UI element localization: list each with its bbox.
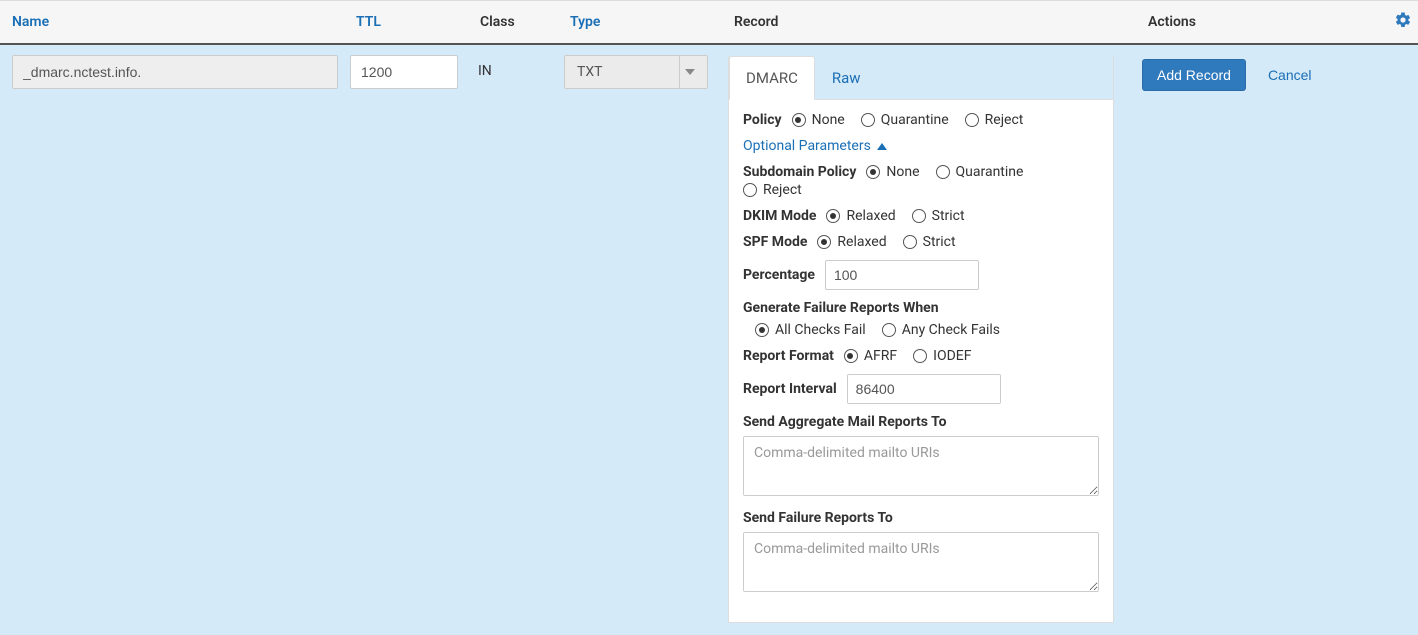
radio-icon: [792, 113, 806, 127]
radio-icon: [844, 349, 858, 363]
dkim-strict[interactable]: Strict: [912, 208, 965, 224]
col-class: Class: [480, 14, 515, 30]
policy-none[interactable]: None: [792, 112, 845, 128]
failure-any[interactable]: Any Check Fails: [882, 322, 1000, 338]
policy-none-label: None: [812, 112, 845, 128]
name-input[interactable]: [12, 55, 338, 89]
optional-parameters-toggle[interactable]: Optional Parameters: [743, 138, 887, 154]
record-panel: DMARC Raw Policy None Quarantine: [728, 55, 1114, 623]
optional-parameters-label: Optional Parameters: [743, 138, 871, 154]
dkim-relaxed-label: Relaxed: [846, 208, 895, 224]
radio-icon: [826, 209, 840, 223]
cancel-button[interactable]: Cancel: [1268, 67, 1312, 83]
radio-icon: [913, 349, 927, 363]
radio-icon: [743, 183, 757, 197]
failure-reports-textarea[interactable]: [743, 532, 1099, 592]
percentage-input[interactable]: [825, 260, 979, 290]
subdomain-reject-label: Reject: [763, 182, 802, 198]
spf-relaxed[interactable]: Relaxed: [817, 234, 886, 250]
tab-raw[interactable]: Raw: [815, 56, 878, 100]
add-record-button[interactable]: Add Record: [1142, 59, 1246, 91]
aggregate-label: Send Aggregate Mail Reports To: [743, 414, 1093, 430]
radio-icon: [755, 323, 769, 337]
subdomain-none[interactable]: None: [866, 164, 919, 180]
spf-relaxed-label: Relaxed: [837, 234, 886, 250]
radio-icon: [965, 113, 979, 127]
subdomain-none-label: None: [886, 164, 919, 180]
failure-label: Generate Failure Reports When: [743, 300, 1093, 316]
spf-strict[interactable]: Strict: [903, 234, 956, 250]
spf-label: SPF Mode: [743, 234, 807, 250]
chevron-down-icon: [679, 56, 699, 88]
col-record: Record: [734, 14, 778, 30]
radio-icon: [882, 323, 896, 337]
policy-reject[interactable]: Reject: [965, 112, 1024, 128]
radio-icon: [866, 165, 880, 179]
gear-icon[interactable]: [1394, 17, 1412, 33]
subdomain-reject[interactable]: Reject: [743, 182, 802, 198]
policy-reject-label: Reject: [985, 112, 1024, 128]
table-header: Name TTL Class Type Record Actions: [0, 0, 1418, 45]
subdomain-quarantine[interactable]: Quarantine: [936, 164, 1024, 180]
interval-label: Report Interval: [743, 381, 837, 397]
dkim-label: DKIM Mode: [743, 208, 816, 224]
radio-icon: [903, 235, 917, 249]
policy-quarantine-label: Quarantine: [881, 112, 949, 128]
subdomain-label: Subdomain Policy: [743, 164, 856, 180]
interval-input[interactable]: [847, 374, 1001, 404]
radio-icon: [817, 235, 831, 249]
col-type[interactable]: Type: [570, 14, 600, 30]
format-iodef-label: IODEF: [933, 348, 971, 364]
spf-strict-label: Strict: [923, 234, 956, 250]
table-row: IN TXT DMARC Raw Policy: [0, 45, 1418, 635]
type-select[interactable]: TXT: [564, 55, 708, 89]
ttl-input[interactable]: [350, 55, 458, 89]
format-iodef[interactable]: IODEF: [913, 348, 971, 364]
record-tabs: DMARC Raw: [729, 55, 1113, 100]
radio-icon: [936, 165, 950, 179]
radio-icon: [861, 113, 875, 127]
failure-all-label: All Checks Fail: [775, 322, 866, 338]
class-value: IN: [474, 55, 496, 87]
col-ttl[interactable]: TTL: [356, 14, 381, 30]
format-afrf-label: AFRF: [864, 348, 897, 364]
subdomain-quarantine-label: Quarantine: [956, 164, 1024, 180]
col-actions: Actions: [1148, 14, 1196, 30]
format-afrf[interactable]: AFRF: [844, 348, 897, 364]
format-label: Report Format: [743, 348, 834, 364]
tab-dmarc[interactable]: DMARC: [729, 56, 815, 100]
failure-all[interactable]: All Checks Fail: [755, 322, 866, 338]
failure-any-label: Any Check Fails: [902, 322, 1000, 338]
failure-reports-label: Send Failure Reports To: [743, 510, 1093, 526]
dkim-relaxed[interactable]: Relaxed: [826, 208, 895, 224]
dkim-strict-label: Strict: [932, 208, 965, 224]
policy-label: Policy: [743, 112, 782, 128]
policy-quarantine[interactable]: Quarantine: [861, 112, 949, 128]
aggregate-textarea[interactable]: [743, 436, 1099, 496]
percentage-label: Percentage: [743, 267, 815, 283]
type-select-value: TXT: [577, 64, 602, 80]
col-name[interactable]: Name: [12, 14, 49, 30]
radio-icon: [912, 209, 926, 223]
caret-up-icon: [877, 143, 887, 150]
